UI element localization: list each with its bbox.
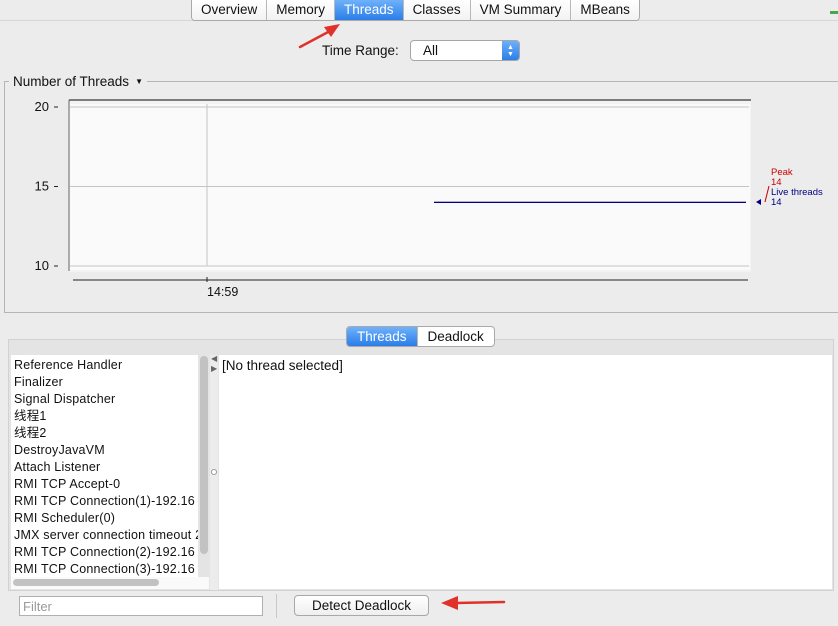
thread-list-item[interactable]: Finalizer: [11, 374, 198, 391]
threads-chart: 101520 14:59 Peak 14 Live threads 14: [35, 99, 823, 299]
toolbar-separator: [276, 594, 277, 618]
divider-grip-icon[interactable]: [211, 469, 217, 475]
thread-list-item[interactable]: 线程2: [11, 425, 198, 442]
thread-detail-pane: [No thread selected]: [219, 355, 832, 589]
y-tick-label: 20: [35, 99, 49, 114]
legend-marker-icon: [756, 199, 761, 205]
thread-list-item[interactable]: RMI TCP Connection(1)-192.16: [11, 493, 198, 510]
detect-deadlock-button[interactable]: Detect Deadlock: [294, 595, 429, 616]
filter-input[interactable]: [19, 596, 263, 616]
thread-list[interactable]: Reference Handler Finalizer Signal Dispatc…: [11, 355, 198, 577]
thread-list-item[interactable]: RMI TCP Connection(3)-192.16: [11, 561, 198, 577]
thread-list-vertical-scrollbar[interactable]: [200, 356, 208, 554]
thread-list-item[interactable]: JMX server connection timeout 2: [11, 527, 198, 544]
thread-list-item[interactable]: DestroyJavaVM: [11, 442, 198, 459]
annotation-arrow-detect-deadlock: [441, 596, 506, 610]
legend-leader-line: [764, 185, 770, 203]
thread-list-horizontal-scrollbar[interactable]: [13, 579, 159, 586]
thread-list-item[interactable]: RMI TCP Accept-0: [11, 476, 198, 493]
tab-sub-threads[interactable]: Threads: [347, 327, 418, 346]
legend-live-value: 14: [771, 197, 782, 208]
x-tick-label: 14:59: [207, 285, 238, 299]
sub-tab-bar: Threads Deadlock: [346, 326, 495, 347]
thread-list-item[interactable]: 线程1: [11, 408, 198, 425]
y-tick-label: 15: [35, 179, 49, 194]
thread-list-item[interactable]: Signal Dispatcher: [11, 391, 198, 408]
collapse-left-icon[interactable]: ◀: [211, 354, 217, 363]
thread-detail-text: [No thread selected]: [222, 358, 343, 373]
expand-right-icon[interactable]: ▶: [211, 364, 217, 373]
thread-list-item[interactable]: Attach Listener: [11, 459, 198, 476]
y-tick-label: 10: [35, 258, 49, 273]
thread-list-item[interactable]: Reference Handler: [11, 357, 198, 374]
thread-list-item[interactable]: RMI Scheduler(0): [11, 510, 198, 527]
tab-deadlock[interactable]: Deadlock: [418, 327, 494, 346]
thread-list-item[interactable]: RMI TCP Connection(2)-192.16: [11, 544, 198, 561]
